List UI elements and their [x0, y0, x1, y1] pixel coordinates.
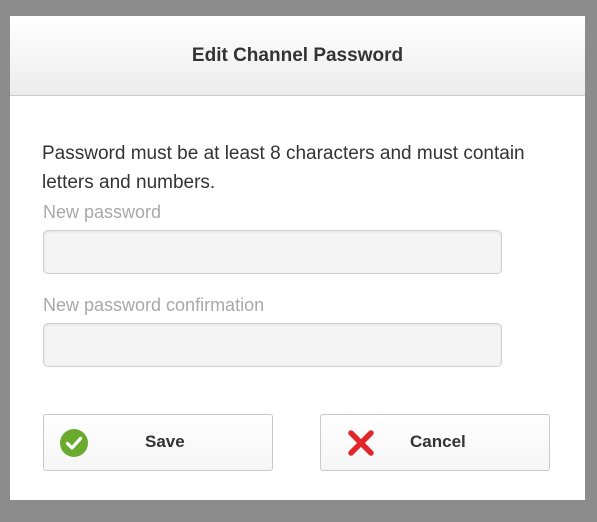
password-requirements-text: Password must be at least 8 characters a… [42, 143, 525, 193]
close-x-icon [346, 428, 376, 458]
edit-channel-password-dialog: Edit Channel Password Password must be a… [10, 16, 585, 500]
dialog-header: Edit Channel Password [10, 16, 585, 96]
save-button-label: Save [145, 432, 185, 451]
cancel-button[interactable]: Cancel [320, 414, 550, 471]
new-password-input[interactable] [43, 230, 502, 274]
confirm-password-label: New password confirmation [43, 295, 265, 315]
new-password-label: New password [43, 202, 162, 222]
save-button[interactable]: Save [43, 414, 273, 471]
check-circle-icon [59, 428, 89, 458]
cancel-button-label: Cancel [410, 432, 466, 451]
confirm-password-input[interactable] [43, 323, 502, 367]
dialog-title: Edit Channel Password [191, 44, 404, 66]
window-frame: Edit Channel Password Password must be a… [0, 0, 597, 522]
